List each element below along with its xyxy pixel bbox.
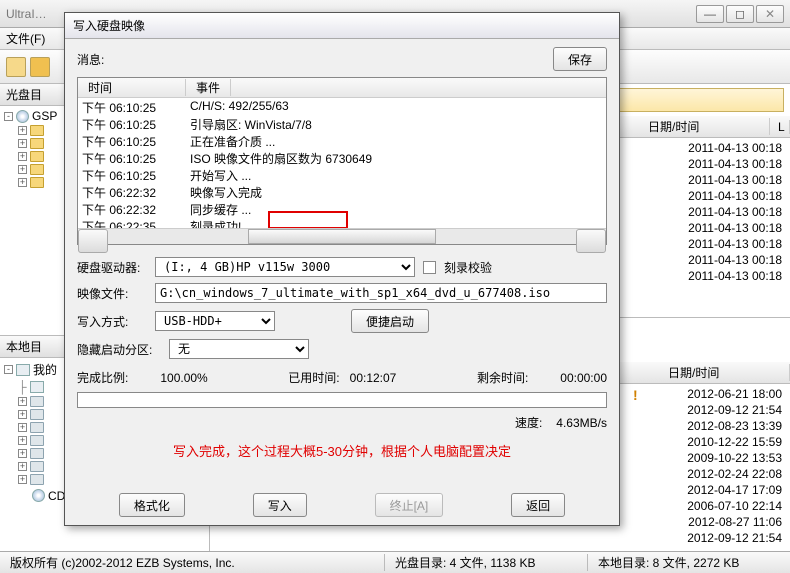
drive-icon: [30, 448, 44, 459]
drive-icon: [30, 461, 44, 472]
message-list[interactable]: 时间 事件 下午 06:10:25C/H/S: 492/255/63下午 06:…: [77, 77, 607, 245]
method-label: 写入方式:: [77, 313, 147, 330]
status-local: 本地目录: 8 文件, 2272 KB: [588, 554, 790, 571]
image-label: 映像文件:: [77, 285, 147, 302]
pct-label: 完成比例:: [77, 369, 128, 386]
message-row[interactable]: 下午 06:10:25正在准备介质 ...: [78, 133, 606, 150]
drive-icon: [30, 474, 44, 485]
statusbar: 版权所有 (c)2002-2012 EZB Systems, Inc. 光盘目录…: [0, 551, 790, 573]
folder-icon: [30, 151, 44, 162]
scroll-right-button[interactable]: [576, 229, 606, 253]
minimize-button[interactable]: —: [696, 5, 724, 23]
speed-value: 4.63MB/s: [556, 416, 607, 430]
col-date[interactable]: 日期/时间: [640, 118, 770, 135]
message-row[interactable]: 下午 06:22:32映像写入完成: [78, 184, 606, 201]
maximize-button[interactable]: ◻: [726, 5, 754, 23]
drive-select[interactable]: (I:, 4 GB)HP v115w 3000: [155, 257, 415, 277]
progress-bar: [77, 392, 607, 408]
list-item[interactable]: 2012-09-12 21:54: [216, 530, 784, 546]
pct-value: 100.00%: [160, 371, 207, 385]
folder-icon: [30, 125, 44, 136]
method-select[interactable]: USB-HDD+: [155, 311, 275, 331]
drive-icon: [30, 409, 44, 420]
menu-file[interactable]: 文件(F): [6, 30, 45, 47]
speed-label: 速度:: [515, 414, 542, 431]
warning-icon: !: [633, 387, 638, 403]
folder-icon: [30, 177, 44, 188]
tree-item-label: 我的: [33, 361, 57, 378]
drive-icon: [30, 422, 44, 433]
status-copyright: 版权所有 (c)2002-2012 EZB Systems, Inc.: [0, 554, 385, 571]
save-button[interactable]: 保存: [553, 47, 607, 71]
folder-icon: [30, 164, 44, 175]
status-disc: 光盘目录: 4 文件, 1138 KB: [385, 554, 588, 571]
tree-item-label: GSP: [32, 109, 57, 123]
drive-icon: [30, 396, 44, 407]
scroll-left-button[interactable]: [78, 229, 108, 253]
folder-icon: [30, 138, 44, 149]
message-row[interactable]: 下午 06:22:32同步缓存 ...: [78, 201, 606, 218]
toolbar-icon-2[interactable]: [30, 57, 50, 77]
message-row[interactable]: 下午 06:10:25引导扇区: WinVista/7/8: [78, 116, 606, 133]
computer-icon: [16, 364, 30, 376]
col-l[interactable]: L: [770, 120, 790, 134]
remain-label: 剩余时间:: [477, 369, 528, 386]
write-button[interactable]: 写入: [253, 493, 307, 517]
message-row[interactable]: 下午 06:10:25开始写入 ...: [78, 167, 606, 184]
col-event[interactable]: 事件: [186, 79, 231, 96]
dialog-titlebar[interactable]: 写入硬盘映像: [65, 13, 619, 39]
col-time[interactable]: 时间: [78, 79, 186, 96]
elapsed-value: 00:12:07: [350, 371, 397, 385]
toolbar-icon-1[interactable]: [6, 57, 26, 77]
hidden-label: 隐藏启动分区:: [77, 341, 161, 358]
write-disk-image-dialog: 写入硬盘映像 消息: 保存 时间 事件 下午 06:10:25C/H/S: 49…: [64, 12, 620, 526]
remain-value: 00:00:00: [560, 371, 607, 385]
format-button[interactable]: 格式化: [119, 493, 185, 517]
red-annotation: 写入完成，这个过程大概5-30分钟，根据个人电脑配置决定: [77, 437, 607, 464]
message-label: 消息:: [77, 51, 104, 68]
verify-label: 刻录校验: [444, 259, 492, 276]
bootable-button[interactable]: 便捷启动: [351, 309, 429, 333]
message-row[interactable]: 下午 06:10:25C/H/S: 492/255/63: [78, 99, 606, 116]
drive-label: 硬盘驱动器:: [77, 259, 147, 276]
close-button[interactable]: ✕: [756, 5, 784, 23]
elapsed-label: 已用时间:: [288, 371, 339, 385]
drive-icon: [30, 435, 44, 446]
h-scrollbar[interactable]: [78, 228, 606, 244]
hidden-select[interactable]: 无: [169, 339, 309, 359]
scroll-thumb[interactable]: [248, 229, 435, 244]
verify-checkbox[interactable]: [423, 261, 436, 274]
cd-icon: [16, 110, 29, 123]
cd-icon: [32, 489, 45, 502]
computer-icon: [30, 381, 44, 393]
message-row[interactable]: 下午 06:10:25ISO 映像文件的扇区数为 6730649: [78, 150, 606, 167]
image-path-input[interactable]: [155, 283, 607, 303]
back-button[interactable]: 返回: [511, 493, 565, 517]
col-date[interactable]: 日期/时间: [660, 364, 790, 381]
stop-button: 终止[A]: [375, 493, 444, 517]
